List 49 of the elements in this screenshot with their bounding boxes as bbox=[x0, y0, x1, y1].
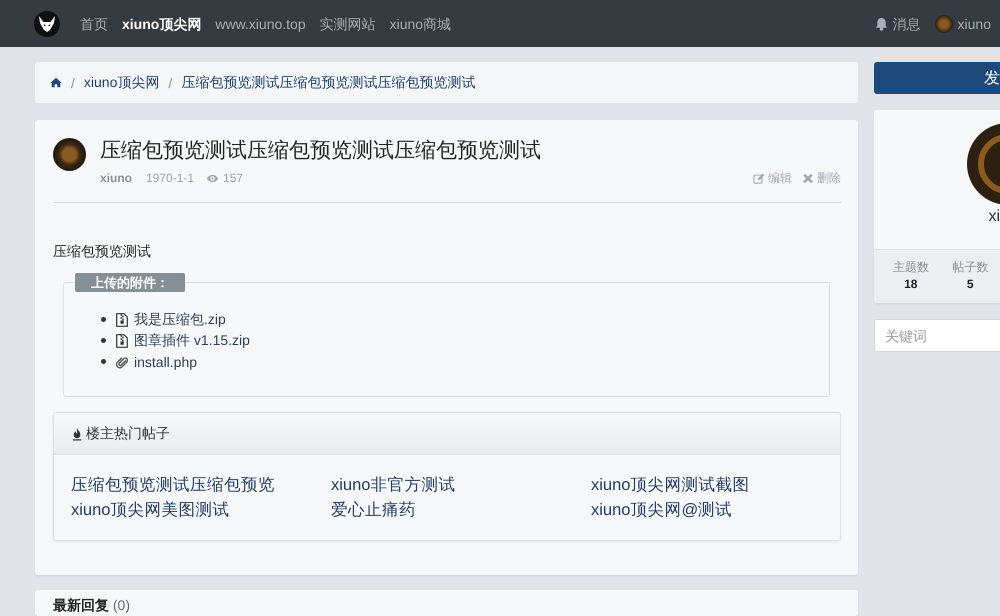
flame-icon bbox=[72, 426, 82, 440]
attachment-link[interactable]: install.php bbox=[134, 354, 198, 370]
post-title: 压缩包预览测试压缩包预览测试压缩包预览测试 bbox=[100, 138, 541, 164]
bell-icon bbox=[874, 16, 888, 30]
breadcrumb-link[interactable]: 压缩包预览测试压缩包预览测试压缩包预览测试 bbox=[181, 74, 476, 92]
search-field[interactable]: 关键词 bbox=[874, 319, 1000, 352]
card-title: 楼主热门帖子 bbox=[86, 424, 170, 442]
breadcrumb-separator: / bbox=[167, 74, 174, 90]
zip-file-icon bbox=[116, 334, 128, 348]
breadcrumb-link[interactable]: xiuno顶尖网 bbox=[84, 74, 160, 92]
attachment-link[interactable]: 图章插件 v1.15.zip bbox=[134, 332, 250, 350]
nav-link[interactable]: xiuno商城 bbox=[382, 14, 458, 34]
user-avatar bbox=[934, 14, 953, 32]
replies-heading: 最新回复 (0) bbox=[53, 597, 130, 613]
post-link[interactable]: xiuno顶尖网@测试 bbox=[591, 498, 732, 523]
post-link[interactable]: 爱心止痛药 bbox=[331, 498, 416, 523]
post-link[interactable]: 压缩包预览测试压缩包预览 bbox=[71, 473, 275, 498]
view-count: 157 bbox=[223, 170, 244, 187]
attachments-label: 上传的附件： bbox=[75, 273, 185, 292]
edit-icon bbox=[753, 172, 765, 184]
nav-link[interactable]: xiuno顶尖网 bbox=[115, 14, 208, 34]
bullet-icon bbox=[101, 338, 106, 343]
nav-link[interactable]: www.xiuno.top bbox=[208, 14, 313, 34]
profile-name[interactable]: xi bbox=[988, 207, 1000, 227]
post-date: 1970-1-1 bbox=[146, 170, 194, 187]
user-link[interactable]: xiuno bbox=[934, 14, 991, 34]
stat-value: 18 bbox=[904, 276, 918, 293]
close-icon bbox=[802, 172, 814, 184]
nav-link[interactable]: 实测网站 bbox=[312, 14, 383, 34]
bullet-icon bbox=[101, 317, 106, 322]
post-text: 压缩包预览测试 bbox=[53, 243, 151, 259]
logo-icon[interactable] bbox=[34, 10, 60, 36]
stat-label: 主题数 bbox=[892, 259, 929, 276]
stat-value: 5 bbox=[966, 276, 974, 293]
user-avatar bbox=[53, 138, 86, 171]
zip-file-icon bbox=[116, 312, 128, 326]
home-icon[interactable] bbox=[50, 77, 62, 88]
bullet-icon bbox=[101, 359, 106, 364]
attachment-link[interactable]: 我是压缩包.zip bbox=[134, 310, 226, 328]
stat-label: 帖子数 bbox=[952, 259, 988, 276]
nav-link[interactable]: 首页 bbox=[73, 14, 115, 34]
eye-icon bbox=[206, 174, 220, 182]
new-post-button[interactable]: 发 bbox=[874, 62, 1000, 94]
paperclip-icon bbox=[116, 354, 128, 368]
breadcrumb-separator: / bbox=[70, 74, 76, 90]
post-link[interactable]: xiuno顶尖网美图测试 bbox=[71, 498, 230, 523]
post-link[interactable]: xiuno顶尖网测试截图 bbox=[591, 473, 750, 498]
messages-link[interactable]: 消息 bbox=[874, 14, 921, 34]
post-link[interactable]: xiuno非官方测试 bbox=[331, 473, 456, 498]
